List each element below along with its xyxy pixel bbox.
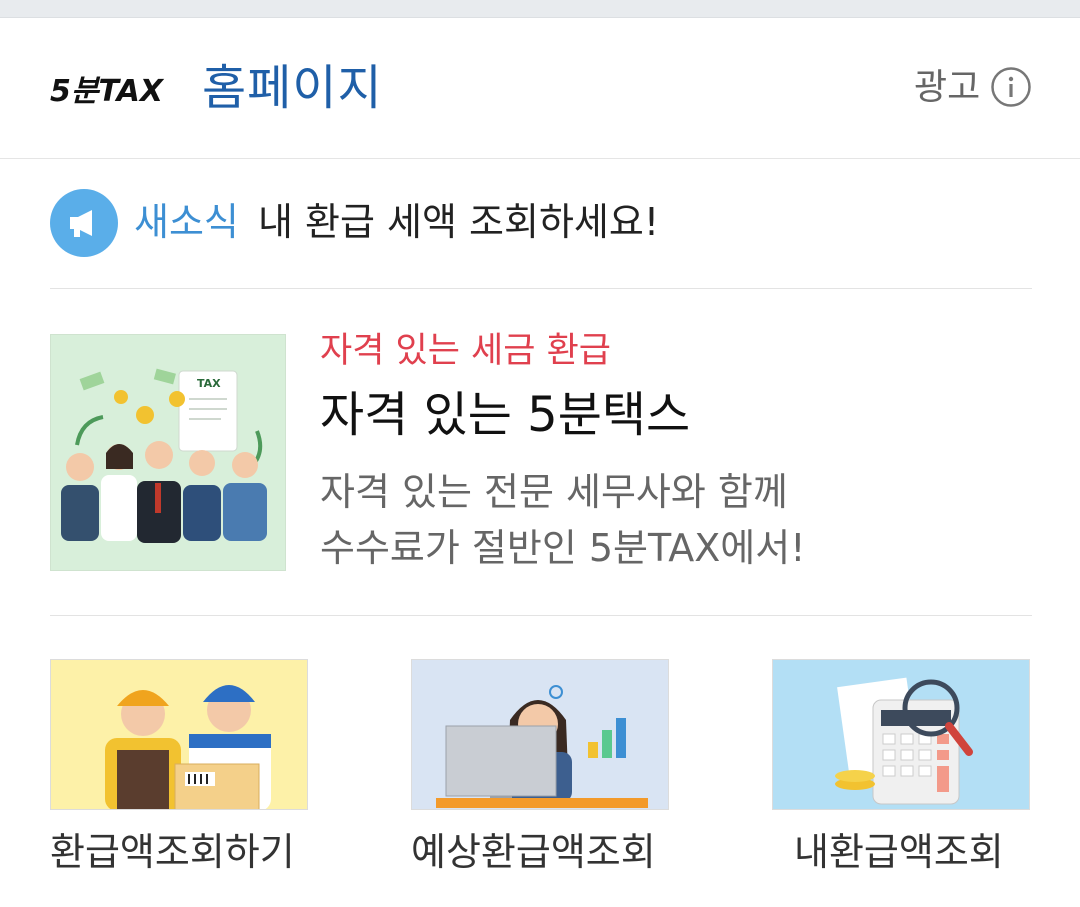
top-status-strip (0, 0, 1080, 18)
tile-estimated-refund-image (411, 659, 669, 810)
tile-refund-lookup-image (50, 659, 308, 810)
tile-label: 내환급액조회 (794, 830, 1004, 874)
promo-title[interactable]: 자격 있는 5분택스 (320, 384, 690, 446)
tile-label: 예상환급액조회 (411, 830, 656, 874)
promo-image-tax-text: TAX (197, 377, 221, 390)
info-circle-icon[interactable] (990, 66, 1032, 108)
ad-header: 5분TAX 홈페이지 광고 (0, 18, 1080, 159)
news-text: 내 환급 세액 조회하세요! (258, 200, 660, 244)
brand-logo[interactable]: 5분TAX (50, 70, 178, 110)
promo-description-line: 자격 있는 전문 세무사와 함께 (320, 470, 788, 514)
brand-logo-text: 5분TAX (50, 74, 165, 109)
divider (50, 288, 1032, 289)
promo-subtitle[interactable]: 자격 있는 세금 환급 (320, 328, 611, 374)
divider (50, 615, 1032, 616)
homepage-link[interactable]: 홈페이지 (202, 58, 383, 118)
tile-my-refund-image (772, 659, 1030, 810)
news-bar[interactable]: 새소식 내 환급 세액 조회하세요! (50, 188, 1032, 260)
tile-my-refund[interactable]: 내환급액조회 (772, 659, 1030, 880)
news-tag: 새소식 (134, 200, 239, 244)
tile-refund-lookup[interactable]: 환급액조회하기 (50, 659, 308, 880)
promo-illustration[interactable]: TAX (50, 334, 286, 571)
tile-label: 환급액조회하기 (50, 830, 295, 874)
promo-description[interactable]: 자격 있는 전문 세무사와 함께 수수료가 절반인 5분TAX에서! (320, 464, 1020, 576)
ad-label: 광고 (914, 67, 981, 108)
megaphone-icon (50, 189, 118, 257)
promo-description-line: 수수료가 절반인 5분TAX에서! (320, 526, 806, 570)
tile-estimated-refund[interactable]: 예상환급액조회 (411, 659, 669, 880)
